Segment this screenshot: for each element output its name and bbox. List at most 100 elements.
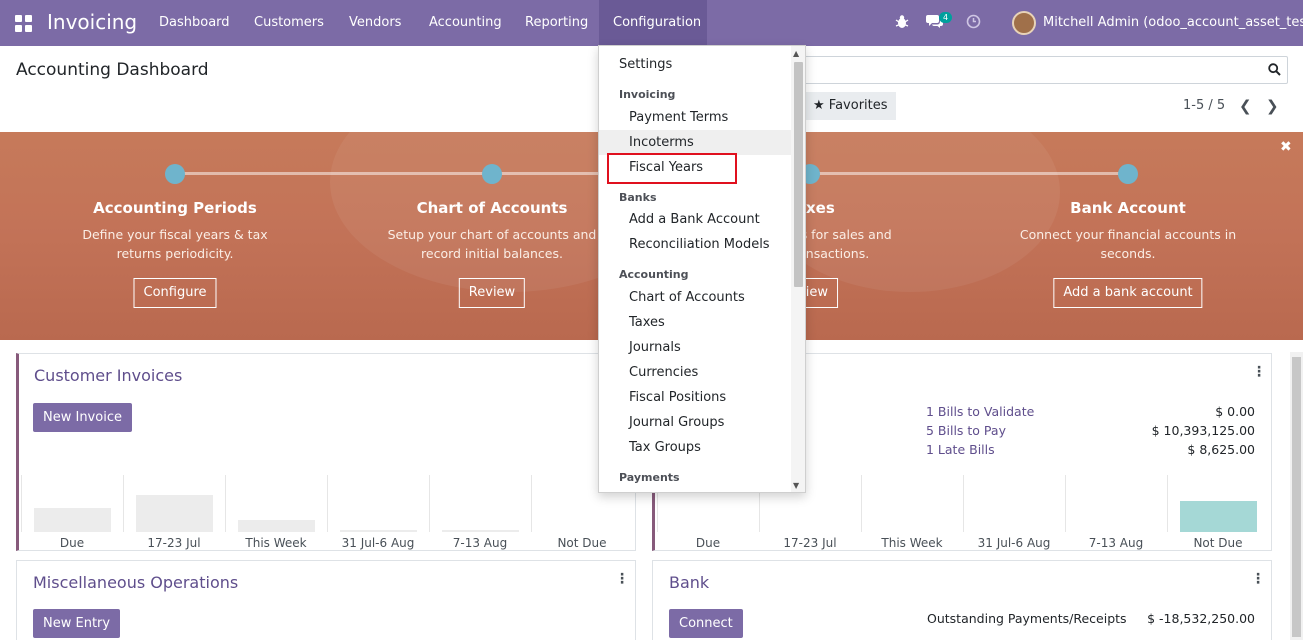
misc-operations-title[interactable]: Miscellaneous Operations <box>33 573 238 592</box>
apps-grid-icon[interactable] <box>15 15 32 32</box>
late-bills-amount: $ 8,625.00 <box>1187 442 1255 457</box>
step-dot-chart-of-accounts <box>482 164 502 184</box>
chart-label: This Week <box>881 536 943 550</box>
bug-icon[interactable] <box>895 14 909 33</box>
menu-dashboard[interactable]: Dashboard <box>145 0 244 46</box>
bank-title[interactable]: Bank <box>669 573 709 592</box>
chart-bar-due[interactable] <box>21 475 123 532</box>
scroll-down-arrow-icon[interactable]: ▼ <box>793 481 799 490</box>
menu-item-settings[interactable]: Settings <box>599 52 791 77</box>
chart-bar-31-jul-6-aug[interactable] <box>327 475 429 532</box>
step-title-accounting-periods: Accounting Periods <box>93 199 257 217</box>
review-button[interactable]: Review <box>458 278 526 308</box>
dropdown-scrollbar-thumb[interactable] <box>794 62 803 287</box>
menu-item-journals[interactable]: Journals <box>599 335 791 360</box>
step-desc-chart-of-accounts: Setup your chart of accounts and record i… <box>387 227 597 261</box>
menu-section-accounting: Accounting <box>619 268 689 281</box>
pager-previous-icon[interactable]: ❮ <box>1239 97 1252 115</box>
step-dot-accounting-periods <box>165 164 185 184</box>
chart-label: 31 Jul-6 Aug <box>341 536 415 550</box>
misc-operations-card: Miscellaneous Operations ⋮ New Entry <box>16 560 636 640</box>
bills-to-validate-link[interactable]: 1 Bills to Validate <box>926 404 1034 419</box>
menu-vendors[interactable]: Vendors <box>335 0 415 46</box>
favorites-label: Favorites <box>828 98 888 113</box>
chart-bar-not-due[interactable] <box>1167 475 1269 532</box>
menu-accounting[interactable]: Accounting <box>415 0 516 46</box>
scroll-up-arrow-icon[interactable]: ▲ <box>793 49 799 58</box>
chart-label: Due <box>695 536 721 550</box>
pager-value[interactable]: 1-5 / 5 <box>1183 98 1225 113</box>
new-invoice-button[interactable]: New Invoice <box>33 403 132 432</box>
chart-label: 31 Jul-6 Aug <box>977 536 1051 550</box>
step-desc-accounting-periods: Define your fiscal years & tax returns pe… <box>82 227 268 261</box>
configuration-dropdown: Settings Invoicing Payment Terms Incoter… <box>598 45 806 493</box>
menu-customers[interactable]: Customers <box>240 0 338 46</box>
bank-card: Bank ⋮ Connect Outstanding Payments/Rece… <box>652 560 1272 640</box>
menu-item-chart-of-accounts[interactable]: Chart of Accounts <box>599 285 791 310</box>
menu-item-payment-terms[interactable]: Payment Terms <box>599 105 791 130</box>
customer-invoices-chart[interactable]: Due 17-23 Jul This Week 31 Jul-6 Aug 7-1… <box>19 475 636 550</box>
fiscal-years-highlight-box <box>607 153 737 184</box>
step-title-taxes: xes <box>806 199 835 217</box>
activity-clock-icon[interactable] <box>966 14 981 33</box>
page-scrollbar-thumb[interactable] <box>1292 357 1301 637</box>
menu-item-tax-groups[interactable]: Tax Groups <box>599 435 791 460</box>
chart-bar-17-23-jul[interactable] <box>123 475 225 532</box>
menu-item-add-bank-account[interactable]: Add a Bank Account <box>599 207 791 232</box>
chart-label: 7-13 Aug <box>452 536 508 550</box>
customer-invoices-card: Customer Invoices New Invoice Due 17-23 … <box>16 353 636 551</box>
bills-to-pay-amount: $ 10,393,125.00 <box>1151 423 1255 438</box>
connect-button[interactable]: Connect <box>669 609 743 638</box>
menu-reporting[interactable]: Reporting <box>511 0 602 46</box>
kebab-menu-icon[interactable]: ⋮ <box>1252 364 1266 380</box>
step-title-chart-of-accounts: Chart of Accounts <box>416 199 568 217</box>
page-title: Accounting Dashboard <box>16 60 209 80</box>
menu-item-currencies[interactable]: Currencies <box>599 360 791 385</box>
kebab-menu-icon[interactable]: ⋮ <box>615 571 629 587</box>
app-name[interactable]: Invoicing <box>47 10 137 34</box>
step-title-bank-account: Bank Account <box>1070 199 1186 217</box>
search-icon[interactable] <box>1268 63 1282 77</box>
menu-item-fiscal-positions[interactable]: Fiscal Positions <box>599 385 791 410</box>
chart-label: 17-23 Jul <box>783 536 837 550</box>
chart-bar-7-13-aug[interactable] <box>429 475 531 532</box>
pager-next-icon[interactable]: ❯ <box>1266 97 1279 115</box>
menu-item-taxes[interactable]: Taxes <box>599 310 791 335</box>
menu-section-payments: Payments <box>619 471 680 484</box>
step-dot-bank-account <box>1118 164 1138 184</box>
chart-label: 7-13 Aug <box>1088 536 1144 550</box>
close-icon[interactable]: ✖ <box>1280 139 1292 155</box>
menu-section-invoicing: Invoicing <box>619 88 676 101</box>
star-icon: ★ <box>813 98 825 113</box>
chart-label: Due <box>59 536 85 550</box>
chart-bar-31-jul-6-aug[interactable] <box>963 475 1065 532</box>
menu-item-incoterms[interactable]: Incoterms <box>599 130 791 155</box>
kebab-menu-icon[interactable]: ⋮ <box>1251 571 1265 587</box>
user-avatar[interactable] <box>1012 11 1036 35</box>
top-navbar: Invoicing Dashboard Customers Vendors Ac… <box>0 0 1303 46</box>
late-bills-link[interactable]: 1 Late Bills <box>926 442 995 457</box>
new-entry-button[interactable]: New Entry <box>33 609 121 638</box>
favorites-button[interactable]: ★ Favorites <box>805 92 896 120</box>
bills-to-validate-amount: $ 0.00 <box>1215 404 1255 419</box>
chat-count-badge: 4 <box>939 12 953 23</box>
menu-section-banks: Banks <box>619 191 657 204</box>
chart-label: 17-23 Jul <box>147 536 201 550</box>
chart-label: Not Due <box>557 536 607 550</box>
menu-item-journal-groups[interactable]: Journal Groups <box>599 410 791 435</box>
chart-label: Not Due <box>1193 536 1243 550</box>
configure-button[interactable]: Configure <box>133 278 217 308</box>
search-input[interactable] <box>794 56 1288 84</box>
menu-item-reconciliation-models[interactable]: Reconciliation Models <box>599 232 791 257</box>
menu-configuration[interactable]: Configuration <box>599 0 707 46</box>
chart-bar-7-13-aug[interactable] <box>1065 475 1167 532</box>
user-menu[interactable]: Mitchell Admin (odoo_account_asset_test) <box>1043 15 1303 30</box>
step-desc-taxes: es for sales and ransactions. <box>793 227 892 261</box>
step-desc-bank-account: Connect your financial accounts in second… <box>1019 227 1237 261</box>
chart-bar-this-week[interactable] <box>861 475 963 532</box>
bills-to-pay-link[interactable]: 5 Bills to Pay <box>926 423 1006 438</box>
add-bank-account-button[interactable]: Add a bank account <box>1053 278 1203 308</box>
chart-label: This Week <box>245 536 307 550</box>
chart-bar-this-week[interactable] <box>225 475 327 532</box>
customer-invoices-title[interactable]: Customer Invoices <box>34 366 182 385</box>
